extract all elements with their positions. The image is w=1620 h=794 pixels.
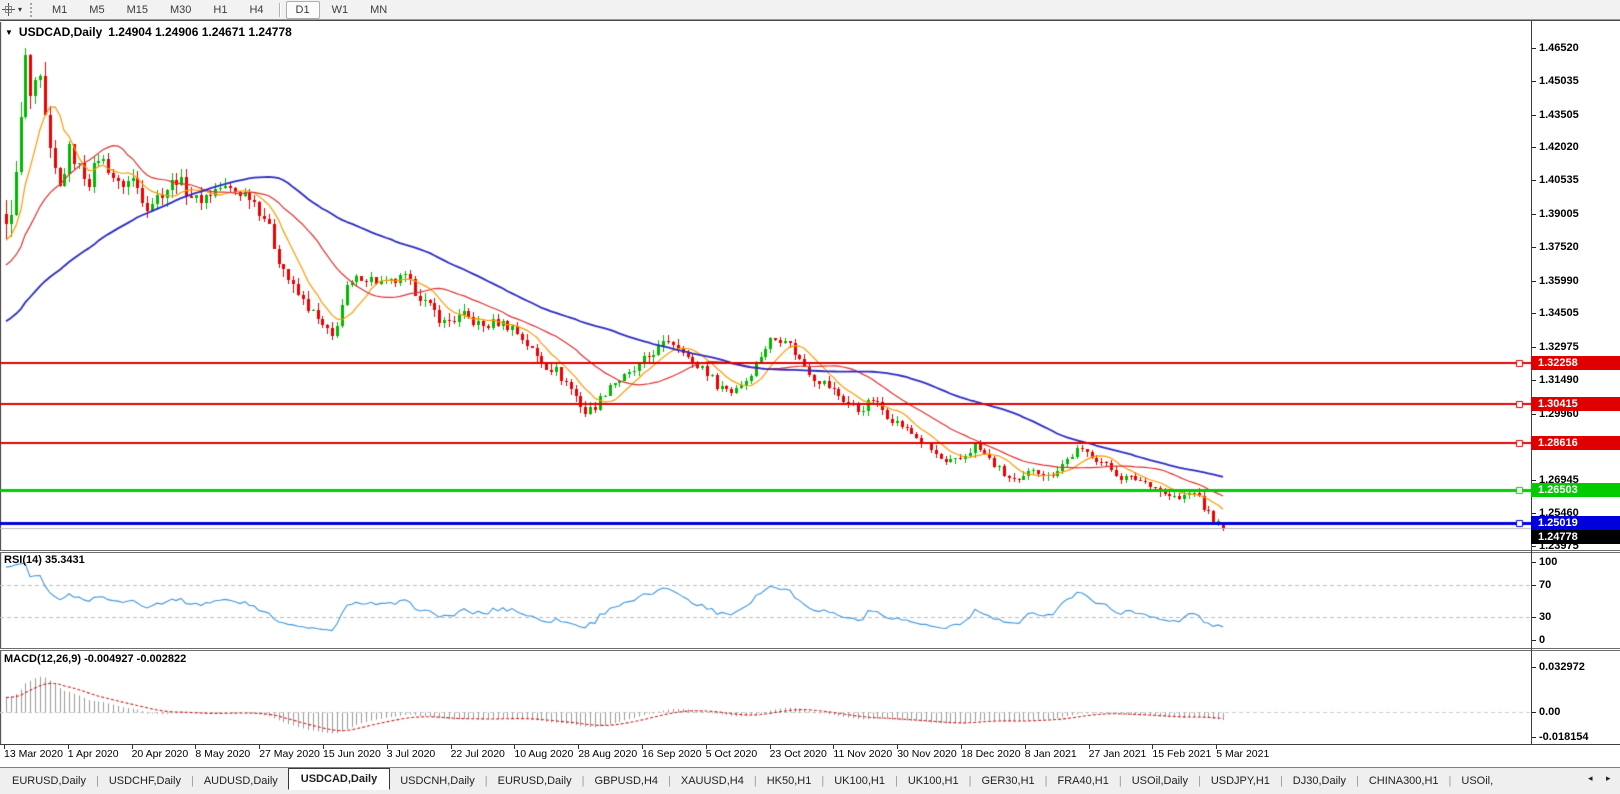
tf-button-h4[interactable]: H4 xyxy=(239,1,273,19)
date-label: 22 Jul 2020 xyxy=(451,748,521,760)
tf-button-d1[interactable]: D1 xyxy=(286,1,320,19)
timeframe-toolbar: ▾ M1M5M15M30H1H4 D1W1MN xyxy=(0,0,1620,19)
macd-tick: -0.018154 xyxy=(1531,731,1620,744)
price-tick: 1.40535 xyxy=(1531,174,1620,187)
date-label: 11 Nov 2020 xyxy=(833,748,903,760)
mt4-terminal: ▾ M1M5M15M30H1H4 D1W1MN ▼ USDCAD,Daily 1.… xyxy=(0,0,1620,794)
tab-usdchf-daily[interactable]: USDCHF,Daily xyxy=(99,772,191,791)
tab-usdcnh-daily[interactable]: USDCNH,Daily xyxy=(390,772,485,791)
tabs-scroll-right[interactable]: ▸ xyxy=(1606,773,1611,784)
date-label: 1 Apr 2020 xyxy=(68,748,138,760)
price-tick: 1.45035 xyxy=(1531,75,1620,88)
rsi-tick: 0 xyxy=(1531,634,1620,647)
tab-uk100-h1[interactable]: UK100,H1 xyxy=(898,772,969,791)
hline-price-label: 1.26503 xyxy=(1531,483,1620,497)
price-tick: 1.37520 xyxy=(1531,241,1620,254)
rsi-tick: 100 xyxy=(1531,556,1620,569)
hline-price-label: 1.30415 xyxy=(1531,397,1620,411)
timeframe-buttons: M1M5M15M30H1H4 D1W1MN xyxy=(41,1,398,19)
price-tick: 1.42020 xyxy=(1531,141,1620,154)
date-label: 20 Apr 2020 xyxy=(132,748,202,760)
chevron-down-icon[interactable]: ▾ xyxy=(18,5,22,14)
tab-usdcad-daily[interactable]: USDCAD,Daily xyxy=(288,768,390,790)
hline-price-label: 1.25019 xyxy=(1531,516,1620,530)
hline-price-label: 1.32258 xyxy=(1531,356,1620,370)
tab-eurusd-daily[interactable]: EURUSD,Daily xyxy=(488,772,582,791)
date-label: 15 Feb 2021 xyxy=(1152,748,1222,760)
toolbar-separator xyxy=(279,3,281,17)
date-label: 5 Oct 2020 xyxy=(706,748,776,760)
current-price-label: 1.24778 xyxy=(1531,530,1620,544)
tabs-scroll-left[interactable]: ◂ xyxy=(1588,773,1593,784)
tab-china300-h1[interactable]: CHINA300,H1 xyxy=(1359,772,1449,791)
date-axis-border xyxy=(0,744,1620,745)
date-label: 23 Oct 2020 xyxy=(770,748,840,760)
tab-uk100-h1[interactable]: UK100,H1 xyxy=(824,772,895,791)
macd-panel-splitter[interactable] xyxy=(0,648,1620,651)
chart-tabs: EURUSD,Daily|USDCHF,Daily|AUDUSD,DailyUS… xyxy=(2,768,1578,794)
price-tick: 1.34505 xyxy=(1531,307,1620,320)
tf-button-h1[interactable]: H1 xyxy=(203,1,237,19)
tf-button-w1[interactable]: W1 xyxy=(322,1,359,19)
tf-button-m15[interactable]: M15 xyxy=(117,1,158,19)
tab-ger30-h1[interactable]: GER30,H1 xyxy=(971,772,1044,791)
tf-button-m5[interactable]: M5 xyxy=(79,1,114,19)
price-chart-canvas[interactable] xyxy=(0,22,1531,745)
rsi-indicator-label: RSI(14) 35.3431 xyxy=(4,554,85,566)
price-tick: 1.32975 xyxy=(1531,341,1620,354)
tf-button-m1[interactable]: M1 xyxy=(42,1,77,19)
date-label: 27 Jan 2021 xyxy=(1089,748,1159,760)
date-label: 3 Jul 2020 xyxy=(387,748,457,760)
tab-usdjpy-h1[interactable]: USDJPY,H1 xyxy=(1201,772,1280,791)
rsi-panel-splitter[interactable] xyxy=(0,550,1620,553)
tab-gbpusd-h4[interactable]: GBPUSD,H4 xyxy=(584,772,668,791)
macd-indicator-label: MACD(12,26,9) -0.004927 -0.002822 xyxy=(4,653,186,665)
date-label: 28 Aug 2020 xyxy=(578,748,648,760)
price-axis-border xyxy=(1531,21,1532,745)
chart-ohlc-quote: 1.24904 1.24906 1.24671 1.24778 xyxy=(108,25,292,39)
date-label: 16 Sep 2020 xyxy=(642,748,712,760)
chart-title: ▼ USDCAD,Daily 1.24904 1.24906 1.24671 1… xyxy=(5,25,292,39)
date-label: 27 May 2020 xyxy=(259,748,329,760)
tab-usoil[interactable]: USOil, xyxy=(1451,772,1503,791)
tf-button-m30[interactable]: M30 xyxy=(160,1,201,19)
price-tick: 1.43505 xyxy=(1531,109,1620,122)
tab-audusd-daily[interactable]: AUDUSD,Daily xyxy=(194,772,288,791)
rsi-tick: 30 xyxy=(1531,611,1620,624)
macd-tick: 0.032972 xyxy=(1531,661,1620,674)
date-label: 8 May 2020 xyxy=(195,748,265,760)
tab-dj30-daily[interactable]: DJ30,Daily xyxy=(1283,772,1356,791)
price-tick: 1.39005 xyxy=(1531,208,1620,221)
hline-price-label: 1.28616 xyxy=(1531,436,1620,450)
price-tick: 1.35990 xyxy=(1531,275,1620,288)
rsi-tick: 70 xyxy=(1531,579,1620,592)
crosshair-tool-icon[interactable] xyxy=(2,3,15,16)
toolbar-border xyxy=(0,19,1620,21)
toolbar-grip[interactable] xyxy=(30,3,35,17)
chart-tab-bar: EURUSD,Daily|USDCHF,Daily|AUDUSD,DailyUS… xyxy=(0,767,1620,794)
tab-eurusd-daily[interactable]: EURUSD,Daily xyxy=(2,772,96,791)
date-label: 8 Jan 2021 xyxy=(1025,748,1095,760)
date-label: 18 Dec 2020 xyxy=(961,748,1031,760)
tab-hk50-h1[interactable]: HK50,H1 xyxy=(757,772,822,791)
chart-symbol-label: USDCAD,Daily xyxy=(19,25,102,39)
date-label: 5 Mar 2021 xyxy=(1216,748,1286,760)
tf-button-mn[interactable]: MN xyxy=(360,1,397,19)
price-tick: 1.31490 xyxy=(1531,374,1620,387)
date-label: 30 Nov 2020 xyxy=(897,748,967,760)
tab-usoil-daily[interactable]: USOil,Daily xyxy=(1122,772,1198,791)
macd-tick: 0.00 xyxy=(1531,706,1620,719)
tab-xauusd-h4[interactable]: XAUUSD,H4 xyxy=(671,772,754,791)
date-label: 10 Aug 2020 xyxy=(514,748,584,760)
date-label: 13 Mar 2020 xyxy=(4,748,74,760)
chart-collapse-icon[interactable]: ▼ xyxy=(5,28,13,37)
price-tick: 1.46520 xyxy=(1531,42,1620,55)
crosshair-glyph xyxy=(2,3,15,16)
tab-fra40-h1[interactable]: FRA40,H1 xyxy=(1048,772,1119,791)
date-label: 15 Jun 2020 xyxy=(323,748,393,760)
